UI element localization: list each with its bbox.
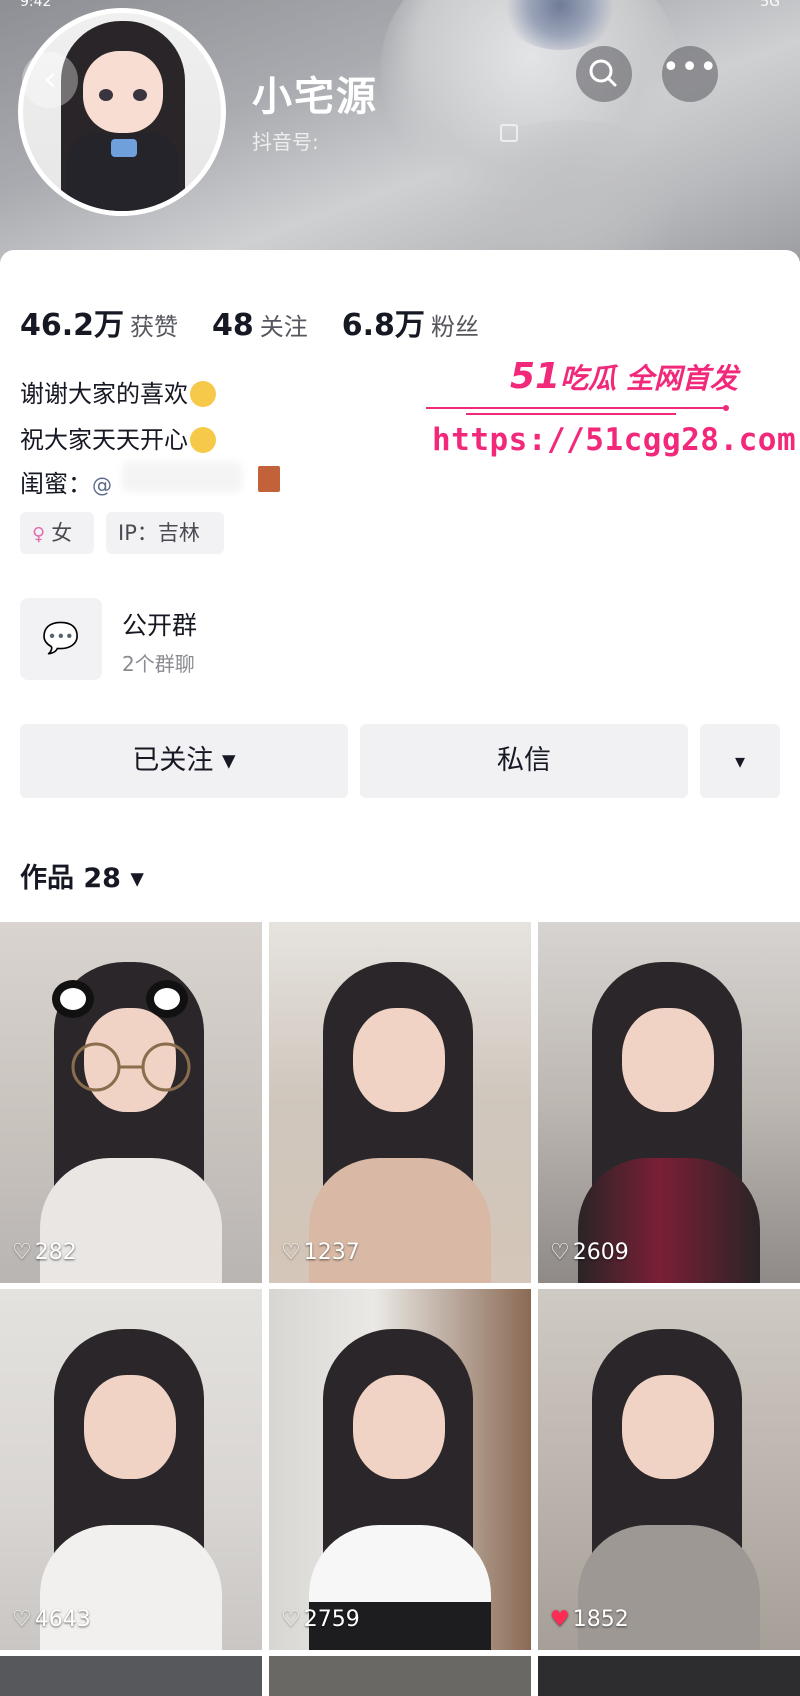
- chat-bubbles-icon: 💬: [42, 621, 80, 656]
- video-likes-count: 4643: [34, 1607, 91, 1632]
- video-thumbnail-partial[interactable]: [538, 1656, 800, 1696]
- header-background-shade: [440, 120, 700, 262]
- gender-tag: ♀ 女: [20, 512, 94, 554]
- video-likes-count: 282: [34, 1240, 77, 1265]
- more-horizontal-icon: •••: [662, 50, 719, 85]
- bear-ear-right: [146, 980, 188, 1018]
- group-subtitle: 2个群聊: [122, 652, 195, 676]
- video-likes-count: 2759: [303, 1607, 360, 1632]
- douyin-id-label: 抖音号:: [252, 130, 319, 154]
- thumbnail-face: [622, 1008, 714, 1112]
- thumbnail-face: [353, 1008, 445, 1112]
- video-thumbnail[interactable]: ♡ 2759: [269, 1289, 531, 1650]
- watermark-logo-number: 51: [510, 356, 561, 397]
- message-button[interactable]: 私信: [360, 724, 688, 798]
- video-thumbnail[interactable]: ♡ 2609: [538, 922, 800, 1283]
- smile-emoji-icon: [190, 427, 216, 453]
- followers-label[interactable]: 粉丝: [431, 307, 479, 342]
- more-options-button[interactable]: •••: [662, 46, 718, 102]
- following-label[interactable]: 关注: [260, 307, 308, 342]
- heart-outline-icon: ♡: [550, 1240, 570, 1265]
- video-grid: ♡ 282 ♡ 1237 ♡ 2609 ♡ 4643 ♡ 2759 ♥ 1852: [0, 922, 800, 1696]
- profile-stats: 46.2万 获赞 48 关注 6.8万 粉丝: [20, 300, 513, 343]
- ip-text: IP：吉林: [118, 521, 200, 545]
- video-thumbnail[interactable]: ♡ 282: [0, 922, 262, 1283]
- avatar-bow: [111, 139, 137, 157]
- group-chat-button[interactable]: 💬: [20, 598, 102, 680]
- watermark-logo-text: 吃瓜 全网首发: [560, 362, 738, 395]
- grin-emoji-icon: [190, 381, 216, 407]
- bio-line-2-text: 祝大家天天开心: [20, 426, 188, 454]
- chevron-down-icon: ▾: [734, 749, 746, 773]
- likes-label: 获赞: [130, 313, 179, 341]
- heart-outline-icon: ♡: [12, 1607, 32, 1632]
- bestie-mention[interactable]: @: [92, 473, 112, 497]
- avatar[interactable]: [18, 8, 226, 216]
- watermark-decor-lines: [426, 405, 729, 415]
- works-tab[interactable]: 作品 28 ▾: [20, 856, 144, 895]
- heart-filled-icon: ♥: [550, 1607, 570, 1632]
- search-button[interactable]: [576, 46, 632, 102]
- video-likes-count: 1237: [303, 1240, 360, 1265]
- video-thumbnail-partial[interactable]: [0, 1656, 262, 1696]
- video-likes-count: 1852: [572, 1607, 629, 1632]
- back-button[interactable]: ‹: [22, 52, 78, 108]
- gender-text: 女: [51, 521, 73, 545]
- status-time: 9:42: [20, 0, 52, 10]
- search-icon: [589, 59, 617, 87]
- thumbnail-face: [622, 1375, 714, 1479]
- video-likes-count: 2609: [572, 1240, 629, 1265]
- avatar-eye-left: [99, 89, 113, 101]
- avatar-eye-right: [133, 89, 147, 101]
- watermark-url: https://51cgg28.com: [432, 422, 797, 458]
- heart-outline-icon: ♡: [12, 1240, 32, 1265]
- video-likes: ♡ 2759: [281, 1607, 360, 1632]
- video-likes: ♥ 1852: [550, 1607, 629, 1632]
- heart-outline-icon: ♡: [281, 1240, 301, 1265]
- bestie-badge-icon: [258, 466, 280, 492]
- female-icon: ♀: [32, 524, 46, 545]
- video-thumbnail[interactable]: ♡ 1237: [269, 922, 531, 1283]
- glasses-filter: [71, 1042, 191, 1092]
- followed-button[interactable]: 已关注 ▾: [20, 724, 348, 798]
- following-count[interactable]: 48: [212, 308, 254, 343]
- bio-line-2: 祝大家天天开心: [20, 420, 216, 455]
- heart-outline-icon: ♡: [281, 1607, 301, 1632]
- video-likes: ♡ 2609: [550, 1240, 629, 1265]
- thumbnail-face: [84, 1375, 176, 1479]
- video-thumbnail[interactable]: ♥ 1852: [538, 1289, 800, 1650]
- thumbnail-face: [353, 1375, 445, 1479]
- video-likes: ♡ 4643: [12, 1607, 91, 1632]
- bestie-label: 闺蜜：: [20, 470, 92, 498]
- bestie-name-blurred[interactable]: [122, 462, 242, 492]
- bio-bestie: 闺蜜：@: [20, 464, 112, 499]
- status-network: 5G: [760, 0, 780, 10]
- group-title[interactable]: 公开群: [122, 606, 197, 642]
- profile-card: [0, 250, 800, 910]
- likes-count: 46.2万: [20, 308, 125, 343]
- video-thumbnail[interactable]: ♡ 4643: [0, 1289, 262, 1650]
- ip-location-tag: IP：吉林: [106, 512, 224, 554]
- video-likes: ♡ 282: [12, 1240, 77, 1265]
- watermark-logo: 51吃瓜 全网首发: [510, 356, 738, 397]
- followers-count[interactable]: 6.8万: [342, 300, 425, 344]
- copy-icon[interactable]: [500, 124, 518, 142]
- video-thumbnail-partial[interactable]: [269, 1656, 531, 1696]
- profile-nickname: 小宅源: [252, 74, 378, 120]
- avatar-face: [83, 51, 163, 133]
- chevron-left-icon: ‹: [43, 59, 57, 99]
- video-likes: ♡ 1237: [281, 1240, 360, 1265]
- bio-line-1: 谢谢大家的喜欢: [20, 374, 216, 409]
- bear-ear-left: [52, 980, 94, 1018]
- more-actions-button[interactable]: ▾: [700, 724, 780, 798]
- bio-line-1-text: 谢谢大家的喜欢: [20, 380, 188, 408]
